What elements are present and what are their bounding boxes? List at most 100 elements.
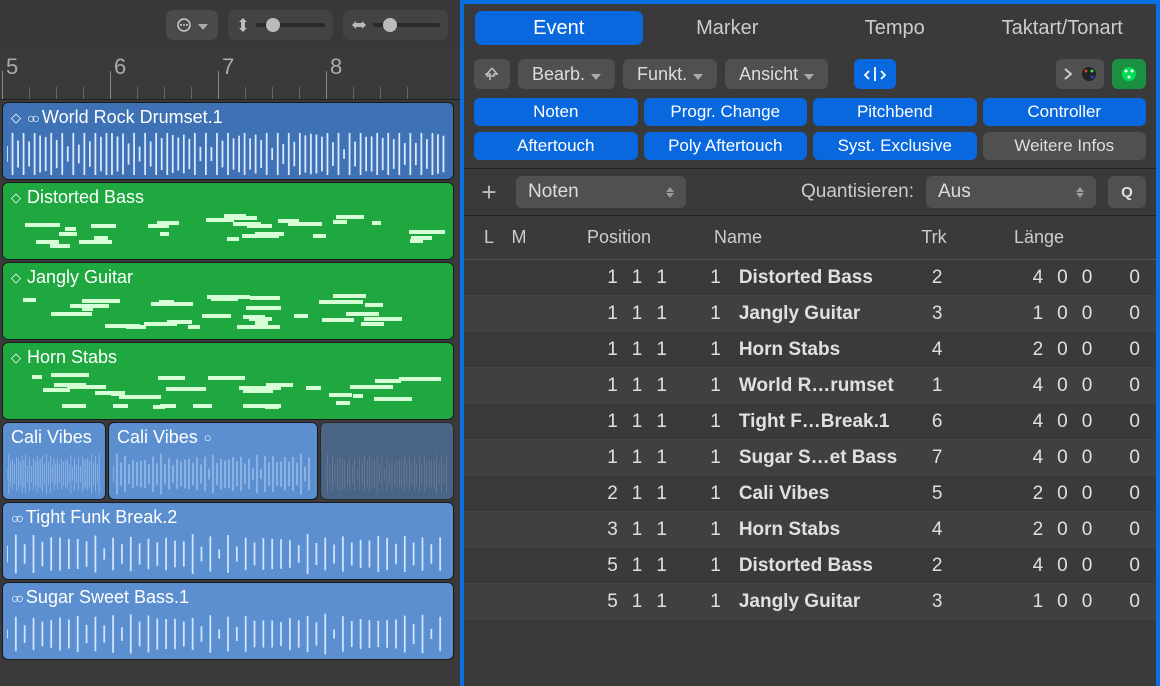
event-name[interactable]: World R…rumset xyxy=(729,375,910,397)
position-cell[interactable]: 511 xyxy=(528,555,683,577)
event-row[interactable]: 111 1 Sugar S…et Bass 7 400 0 xyxy=(464,440,1156,476)
length-cell[interactable]: 400 xyxy=(964,555,1100,577)
track-number[interactable]: 5 xyxy=(910,483,964,505)
length-extra[interactable]: 0 xyxy=(1100,303,1146,325)
track-number[interactable]: 2 xyxy=(910,555,964,577)
event-row[interactable]: 511 1 Jangly Guitar 3 100 0 xyxy=(464,584,1156,620)
event-row[interactable]: 311 1 Horn Stabs 4 200 0 xyxy=(464,512,1156,548)
position-cell[interactable]: 111 xyxy=(528,267,683,289)
filter-poly-aftertouch[interactable]: Poly Aftertouch xyxy=(644,132,808,160)
event-type-select[interactable]: Noten xyxy=(516,176,686,208)
track-region[interactable]: ◇Horn Stabs xyxy=(2,342,454,420)
track-region[interactable]: ◇○○World Rock Drumset.1 xyxy=(2,102,454,180)
track-number[interactable]: 1 xyxy=(910,375,964,397)
quantize-button[interactable]: Q xyxy=(1108,176,1146,208)
track-region[interactable]: ○○Tight Funk Break.2 xyxy=(2,502,454,580)
timeline-ruler[interactable]: 5 6 7 8 xyxy=(0,50,460,100)
filter-controller[interactable]: Controller xyxy=(983,98,1147,126)
event-name[interactable]: Tight F…Break.1 xyxy=(729,411,910,433)
event-name[interactable]: Jangly Guitar xyxy=(729,303,910,325)
track-region[interactable]: ◇Jangly Guitar xyxy=(2,262,454,340)
position-cell[interactable]: 111 xyxy=(528,447,683,469)
tab-event[interactable]: Event xyxy=(475,11,643,45)
color-left-button[interactable] xyxy=(1056,59,1104,89)
level-up-button[interactable] xyxy=(474,59,510,89)
length-extra[interactable]: 0 xyxy=(1100,339,1146,361)
track-number[interactable]: 7 xyxy=(910,447,964,469)
col-position[interactable]: Position xyxy=(534,227,704,248)
event-name[interactable]: Horn Stabs xyxy=(729,339,910,361)
event-row[interactable]: 511 1 Distorted Bass 2 400 0 xyxy=(464,548,1156,584)
position-sub[interactable]: 1 xyxy=(683,591,729,613)
position-sub[interactable]: 1 xyxy=(683,339,729,361)
length-cell[interactable]: 400 xyxy=(964,411,1100,433)
length-cell[interactable]: 200 xyxy=(964,519,1100,541)
funct-menu[interactable]: Funkt. xyxy=(623,59,717,89)
col-track[interactable]: Trk xyxy=(904,227,964,248)
position-sub[interactable]: 1 xyxy=(683,411,729,433)
filter-pitchbend[interactable]: Pitchbend xyxy=(813,98,977,126)
track-region[interactable]: Cali Vibes xyxy=(2,422,106,500)
filter-weitere-infos[interactable]: Weitere Infos xyxy=(983,132,1147,160)
position-sub[interactable]: 1 xyxy=(683,447,729,469)
track-region[interactable]: ○○Sugar Sweet Bass.1 xyxy=(2,582,454,660)
length-cell[interactable]: 200 xyxy=(964,339,1100,361)
edit-menu[interactable]: Bearb. xyxy=(518,59,615,89)
tab-tempo[interactable]: Tempo xyxy=(811,10,979,46)
catch-playhead-button[interactable] xyxy=(854,59,896,89)
length-extra[interactable]: 0 xyxy=(1100,267,1146,289)
position-sub[interactable]: 1 xyxy=(683,375,729,397)
position-sub[interactable]: 1 xyxy=(683,519,729,541)
position-cell[interactable]: 511 xyxy=(528,591,683,613)
track-number[interactable]: 6 xyxy=(910,411,964,433)
track-region[interactable]: Cali Vibes○ xyxy=(108,422,318,500)
track-number[interactable]: 3 xyxy=(910,303,964,325)
position-sub[interactable]: 1 xyxy=(683,267,729,289)
position-cell[interactable]: 111 xyxy=(528,411,683,433)
event-name[interactable]: Sugar S…et Bass xyxy=(729,447,910,469)
position-sub[interactable]: 1 xyxy=(683,303,729,325)
length-cell[interactable]: 400 xyxy=(964,375,1100,397)
track-region[interactable]: ◇Distorted Bass xyxy=(2,182,454,260)
event-name[interactable]: Cali Vibes xyxy=(729,483,910,505)
event-row[interactable]: 111 1 Horn Stabs 4 200 0 xyxy=(464,332,1156,368)
position-sub[interactable]: 1 xyxy=(683,555,729,577)
length-extra[interactable]: 0 xyxy=(1100,555,1146,577)
position-cell[interactable]: 111 xyxy=(528,375,683,397)
vertical-zoom-slider[interactable] xyxy=(228,10,333,40)
length-cell[interactable]: 400 xyxy=(964,447,1100,469)
length-extra[interactable]: 0 xyxy=(1100,411,1146,433)
length-cell[interactable]: 400 xyxy=(964,267,1100,289)
position-cell[interactable]: 111 xyxy=(528,339,683,361)
event-row[interactable]: 111 1 World R…rumset 1 400 0 xyxy=(464,368,1156,404)
event-row[interactable]: 111 1 Jangly Guitar 3 100 0 xyxy=(464,296,1156,332)
length-cell[interactable]: 100 xyxy=(964,591,1100,613)
filter-syst-exclusive[interactable]: Syst. Exclusive xyxy=(813,132,977,160)
length-cell[interactable]: 200 xyxy=(964,483,1100,505)
track-region-loop[interactable] xyxy=(320,422,454,500)
tab-taktart/tonart[interactable]: Taktart/Tonart xyxy=(979,10,1147,46)
position-cell[interactable]: 111 xyxy=(528,303,683,325)
length-extra[interactable]: 0 xyxy=(1100,483,1146,505)
track-number[interactable]: 2 xyxy=(910,267,964,289)
event-name[interactable]: Horn Stabs xyxy=(729,519,910,541)
length-extra[interactable]: 0 xyxy=(1100,375,1146,397)
event-row[interactable]: 211 1 Cali Vibes 5 200 0 xyxy=(464,476,1156,512)
event-name[interactable]: Jangly Guitar xyxy=(729,591,910,613)
options-menu[interactable] xyxy=(166,10,218,40)
position-cell[interactable]: 311 xyxy=(528,519,683,541)
filter-progr-change[interactable]: Progr. Change xyxy=(644,98,808,126)
length-extra[interactable]: 0 xyxy=(1100,519,1146,541)
filter-aftertouch[interactable]: Aftertouch xyxy=(474,132,638,160)
length-extra[interactable]: 0 xyxy=(1100,447,1146,469)
position-sub[interactable]: 1 xyxy=(683,483,729,505)
event-row[interactable]: 111 1 Distorted Bass 2 400 0 xyxy=(464,260,1156,296)
col-name[interactable]: Name xyxy=(704,227,904,248)
filter-noten[interactable]: Noten xyxy=(474,98,638,126)
tab-marker[interactable]: Marker xyxy=(644,10,812,46)
event-name[interactable]: Distorted Bass xyxy=(729,555,910,577)
add-event-button[interactable]: + xyxy=(474,177,504,207)
col-M[interactable]: M xyxy=(504,227,534,248)
length-extra[interactable]: 0 xyxy=(1100,591,1146,613)
col-length[interactable]: Länge xyxy=(964,227,1114,248)
